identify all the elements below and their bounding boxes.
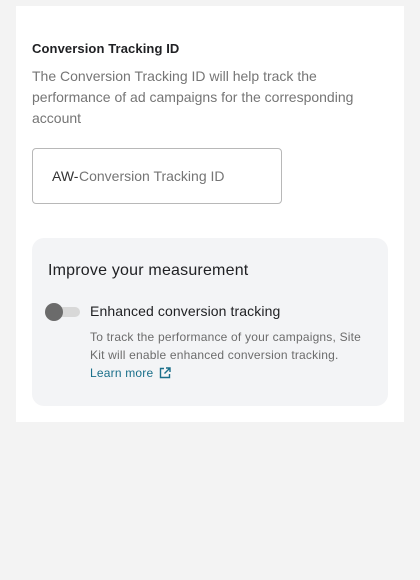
help-text: To track the performance of your campaig…	[90, 330, 362, 362]
conversion-id-label: Conversion Tracking ID	[32, 41, 180, 56]
conversion-id-field[interactable]: AW-	[32, 148, 282, 204]
learn-more-label: Learn more	[90, 366, 154, 380]
enhanced-conversion-label: Enhanced conversion tracking	[90, 303, 281, 319]
panel-title: Improve your measurement	[48, 262, 249, 279]
external-link-icon	[159, 366, 172, 384]
settings-card: Conversion Tracking ID The Conversion Tr…	[16, 6, 404, 422]
conversion-id-description: The Conversion Tracking ID will help tra…	[32, 68, 354, 126]
improve-measurement-panel: Improve your measurement Enhanced conver…	[32, 238, 388, 406]
enhanced-conversion-toggle[interactable]	[44, 302, 80, 322]
learn-more-link[interactable]: Learn more	[90, 366, 172, 380]
conversion-id-input[interactable]	[79, 161, 275, 191]
toggle-thumb	[45, 303, 63, 321]
enhanced-conversion-help: To track the performance of your campaig…	[90, 328, 366, 384]
conversion-id-prefix: AW-	[52, 168, 79, 184]
